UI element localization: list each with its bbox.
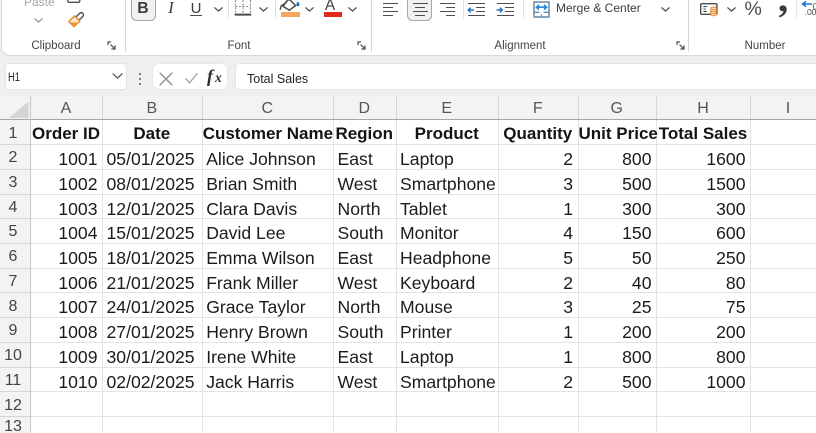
svg-text:.00: .00	[805, 7, 816, 17]
